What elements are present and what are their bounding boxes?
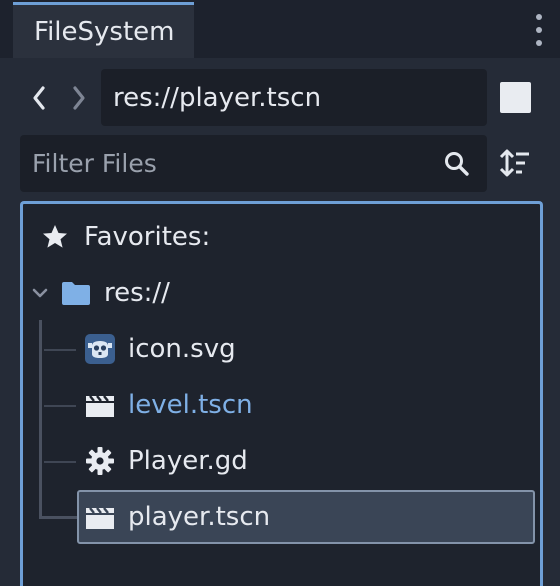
tree-item-label: Favorites: [84, 222, 211, 252]
tree-item-label: player.tscn [128, 502, 271, 532]
chevron-left-icon [33, 86, 45, 110]
tree-guide-line [39, 516, 79, 519]
current-path-text: res://player.tscn [113, 82, 322, 113]
gear-icon [86, 447, 114, 475]
current-path-field[interactable]: res://player.tscn [101, 69, 487, 126]
tree-item-player-gd[interactable]: Player.gd [84, 435, 248, 487]
tree-item-favorites[interactable]: Favorites: [40, 211, 210, 263]
filter-files-field[interactable] [20, 135, 487, 192]
tree-item-label: level.tscn [128, 390, 253, 420]
dock-menu-icon[interactable] [532, 14, 546, 46]
history-forward-button[interactable] [68, 80, 90, 116]
history-back-button[interactable] [28, 80, 50, 116]
search-icon [445, 152, 469, 176]
folder-icon [62, 282, 90, 305]
scene-clapper-icon [86, 507, 114, 529]
tab-filesystem-label: FileSystem [34, 16, 175, 47]
tree-item-level-tscn[interactable]: level.tscn [84, 379, 253, 431]
star-icon [43, 225, 67, 248]
toggle-split-mode-button[interactable] [500, 82, 531, 113]
tree-item-label: icon.svg [128, 334, 236, 364]
tab-filesystem[interactable]: FileSystem [13, 2, 194, 58]
sort-icon[interactable] [498, 146, 532, 180]
tree-item-label: res:// [104, 278, 170, 308]
tree-item-res-root[interactable]: res:// [30, 267, 170, 319]
godot-image-icon [85, 334, 115, 364]
tree-guide-line [39, 320, 42, 518]
chevron-right-icon [73, 86, 85, 110]
tree-guide-line [44, 349, 76, 351]
filter-files-input[interactable] [32, 149, 432, 178]
tree-guide-line [44, 461, 76, 463]
tree-guide-line [44, 405, 76, 407]
tab-bar: FileSystem [0, 0, 560, 58]
tree-item-icon-svg[interactable]: icon.svg [84, 323, 236, 375]
filesystem-dock: FileSystem res://player.tscn Filter File… [0, 0, 560, 586]
tree-item-label: Player.gd [128, 446, 248, 476]
scene-clapper-icon [86, 395, 114, 417]
chevron-down-icon [32, 288, 48, 298]
tree-item-player-tscn[interactable]: player.tscn [84, 491, 270, 543]
